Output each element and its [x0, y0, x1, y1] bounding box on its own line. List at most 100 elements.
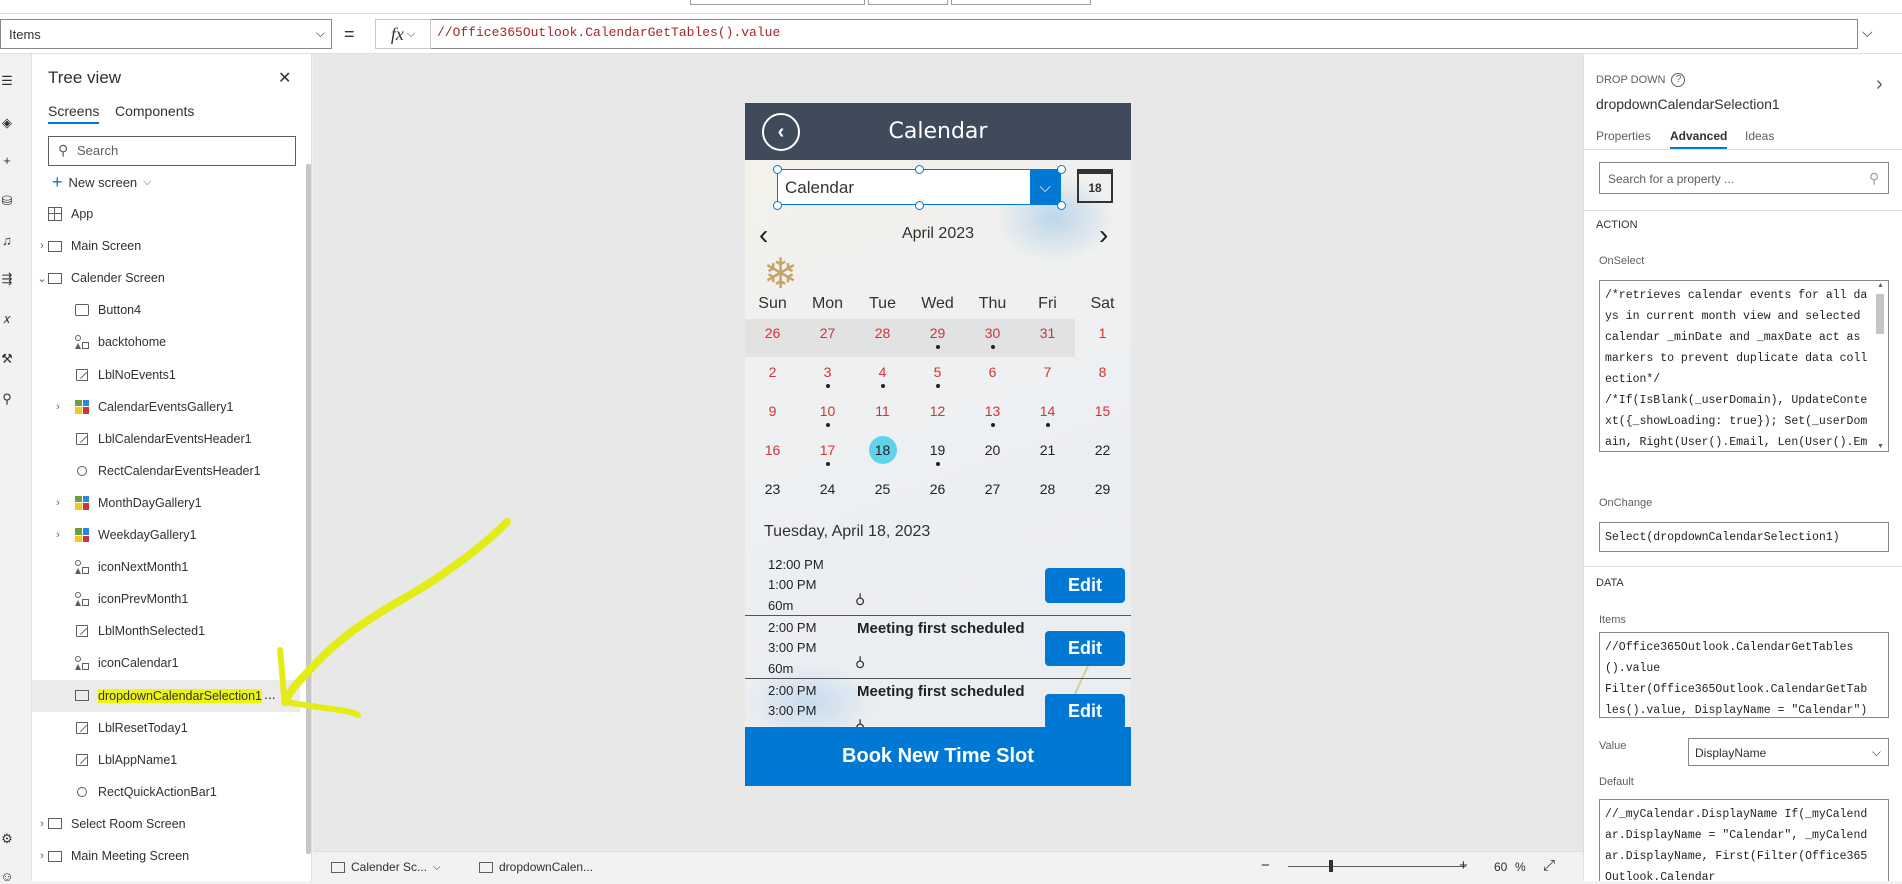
tree-item[interactable]: LblMonthSelected1	[32, 615, 300, 647]
tree-item[interactable]: backtohome	[32, 326, 300, 358]
tree-item[interactable]: › CalendarEventsGallery1	[32, 391, 300, 423]
toolbar-tab[interactable]	[690, 0, 865, 5]
fx-button[interactable]: fx ⌵	[375, 19, 431, 49]
resize-handle[interactable]	[1057, 165, 1066, 174]
chevron-right-icon[interactable]: ›	[52, 401, 64, 413]
day-cell[interactable]: 11	[855, 397, 910, 435]
tree-item[interactable]: Button4	[32, 294, 300, 326]
new-screen-button[interactable]: + New screen ⌵	[52, 172, 152, 193]
day-cell[interactable]: 4	[855, 358, 910, 396]
tree-item[interactable]: iconCalendar1	[32, 647, 300, 679]
zoom-slider-thumb[interactable]	[1329, 860, 1334, 872]
zoom-slider[interactable]	[1288, 860, 1466, 872]
day-cell[interactable]: 3	[800, 358, 855, 396]
virtual-agent-icon[interactable]: ☺	[0, 870, 14, 884]
toolbar-tab[interactable]	[951, 0, 1091, 5]
tree-item[interactable]: › MonthDayGallery1	[32, 487, 300, 519]
formula-input[interactable]: //Office365Outlook.CalendarGetTables().v…	[431, 19, 1858, 49]
tree-item[interactable]: RectCalendarEventsHeader1	[32, 455, 300, 487]
tree-item[interactable]: RectQuickActionBar1	[32, 776, 300, 808]
screen-breadcrumb[interactable]: Calender Sc... ⌵	[331, 860, 441, 874]
value-select[interactable]: DisplayName ⌵	[1688, 738, 1889, 766]
close-icon[interactable]: ✕	[278, 68, 291, 88]
advanced-tools-icon[interactable]: ⚒	[0, 352, 14, 366]
day-cell[interactable]: 12	[910, 397, 965, 435]
tab-ideas[interactable]: Ideas	[1745, 129, 1774, 147]
edit-button[interactable]: Edit	[1045, 694, 1125, 729]
day-cell[interactable]: 24	[800, 475, 855, 513]
day-cell[interactable]: 6	[965, 358, 1020, 396]
day-cell[interactable]: 10	[800, 397, 855, 435]
resize-handle[interactable]	[773, 165, 782, 174]
day-cell[interactable]: 18	[855, 436, 910, 474]
property-search-input[interactable]: Search for a property ... ⚲	[1599, 162, 1889, 194]
day-cell[interactable]: 16	[745, 436, 800, 474]
scroll-down-icon[interactable]: ▼	[1877, 443, 1884, 450]
day-cell[interactable]: 21	[1020, 436, 1075, 474]
hamburger-icon[interactable]: ☰	[0, 74, 14, 88]
tree-item[interactable]: › WeekdayGallery1	[32, 519, 300, 551]
chevron-right-icon[interactable]: ›	[52, 529, 64, 541]
expand-formula-icon[interactable]: ⌵	[1862, 24, 1873, 41]
event-row[interactable]: 2:00 PM 3:00 PM 60m Meeting first scheduled…	[745, 616, 1131, 679]
chevron-right-icon[interactable]: ›	[52, 497, 64, 509]
day-cell[interactable]: 28	[1020, 475, 1075, 513]
onselect-formula[interactable]: /*retrieves calendar events for all days…	[1599, 280, 1889, 452]
edit-button[interactable]: Edit	[1045, 631, 1125, 666]
tree-item[interactable]: ⌄ Calender Screen	[32, 262, 300, 294]
tree-item[interactable]: LblResetToday1	[32, 712, 300, 744]
day-cell[interactable]: 15	[1075, 397, 1130, 435]
zoom-in-button[interactable]: +	[1459, 857, 1468, 874]
resize-handle[interactable]	[773, 201, 782, 210]
more-options-icon[interactable]: ...	[264, 686, 276, 702]
day-cell[interactable]: 14	[1020, 397, 1075, 435]
day-cell[interactable]: 2	[745, 358, 800, 396]
day-cell[interactable]: 28	[855, 319, 910, 357]
day-cell[interactable]: 27	[800, 319, 855, 357]
tree-item[interactable]: dropdownCalendarSelection1...	[32, 679, 300, 712]
day-cell[interactable]: 13	[965, 397, 1020, 435]
book-new-time-slot-button[interactable]: Book New Time Slot	[745, 727, 1131, 786]
items-formula[interactable]: //Office365Outlook.CalendarGetTables().v…	[1599, 632, 1889, 718]
day-cell[interactable]: 31	[1020, 319, 1075, 357]
chevron-right-icon[interactable]: ›	[1876, 73, 1883, 96]
tree-item[interactable]: › Main Meeting Screen	[32, 840, 300, 872]
day-cell[interactable]: 25	[855, 475, 910, 513]
day-cell[interactable]: 29	[910, 319, 965, 357]
tab-components[interactable]: Components	[115, 103, 194, 122]
day-cell[interactable]: 17	[800, 436, 855, 474]
default-formula[interactable]: //_myCalendar.DisplayName If(_myCalendar…	[1599, 799, 1889, 881]
day-cell[interactable]: 8	[1075, 358, 1130, 396]
calendar-dropdown[interactable]: Calendar ⌵	[777, 169, 1061, 205]
property-selector[interactable]: Items ⌵	[0, 19, 332, 49]
settings-icon[interactable]: ⚙	[0, 832, 14, 846]
day-cell[interactable]: 26	[910, 475, 965, 513]
next-month-icon[interactable]: ›	[1099, 221, 1108, 249]
day-cell[interactable]: 26	[745, 319, 800, 357]
tree-scrollbar[interactable]	[306, 164, 311, 854]
plus-icon[interactable]: +	[0, 154, 14, 168]
tree-item[interactable]: App	[32, 198, 300, 230]
tree-search-input[interactable]: ⚲ Search	[48, 136, 296, 166]
tree-item[interactable]: iconNextMonth1	[32, 551, 300, 583]
tree-item[interactable]: LblNoEvents1	[32, 359, 300, 391]
tree-item[interactable]: LblCalendarEventsHeader1	[32, 423, 300, 455]
day-cell[interactable]: 5	[910, 358, 965, 396]
database-icon[interactable]: ⛁	[0, 194, 14, 208]
onselect-scrollbar[interactable]: ▲ ▼	[1874, 282, 1886, 450]
onchange-formula[interactable]: Select(dropdownCalendarSelection1)	[1599, 522, 1889, 552]
day-cell[interactable]: 29	[1075, 475, 1130, 513]
day-cell[interactable]: 20	[965, 436, 1020, 474]
fit-to-window-icon[interactable]: ⤢	[1543, 857, 1555, 874]
tab-screens[interactable]: Screens	[48, 103, 100, 124]
zoom-out-button[interactable]: −	[1261, 857, 1270, 874]
help-icon[interactable]: ?	[1671, 73, 1686, 87]
tree-item[interactable]: LblAppName1	[32, 744, 300, 776]
back-icon[interactable]: ‹	[762, 113, 800, 151]
tab-advanced[interactable]: Advanced	[1670, 129, 1728, 149]
day-cell[interactable]: 27	[965, 475, 1020, 513]
day-cell[interactable]: 23	[745, 475, 800, 513]
control-name[interactable]: dropdownCalendarSelection1	[1596, 96, 1780, 112]
edit-button[interactable]: Edit	[1045, 568, 1125, 603]
calendar-icon[interactable]: 18	[1077, 169, 1113, 203]
